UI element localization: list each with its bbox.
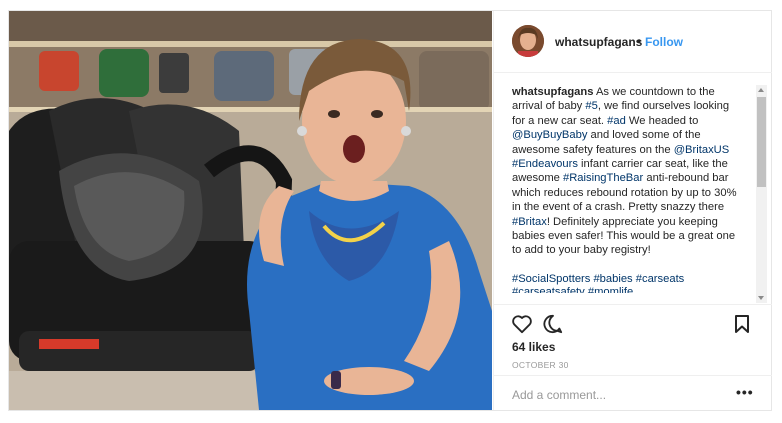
bookmark-icon[interactable] (734, 314, 750, 334)
scrollbar-thumb[interactable] (757, 97, 766, 187)
comment-bar: Add a comment... ••• (494, 375, 772, 411)
scroll-down-arrow[interactable] (758, 296, 764, 300)
more-icon[interactable]: ••• (736, 384, 754, 400)
follow-button[interactable]: Follow (645, 35, 683, 49)
avatar-image (512, 25, 544, 57)
caption-body: As we countdown to the arrival of baby #… (512, 86, 737, 256)
post-side-panel: whatsupfagans • Follow whatsupfagans As … (493, 11, 772, 410)
action-bar (494, 304, 772, 335)
instagram-post: whatsupfagans • Follow whatsupfagans As … (8, 10, 772, 411)
caption-link[interactable]: #RaisingTheBar (563, 172, 643, 184)
post-caption: whatsupfagans As we countdown to the arr… (512, 85, 740, 293)
caption-hashtags: #SocialSpotters #babies #carseats (512, 272, 685, 285)
caption-link[interactable]: @BuyBuyBaby (512, 129, 587, 141)
caption-link[interactable]: #Endeavours (512, 158, 578, 170)
header-separator: • (637, 34, 642, 48)
avatar[interactable] (512, 25, 544, 57)
heart-icon[interactable] (511, 314, 533, 334)
photo-illustration (9, 11, 492, 410)
caption-link[interactable]: #Britax (512, 216, 547, 228)
post-date: OCTOBER 30 (512, 360, 569, 370)
caption-username[interactable]: whatsupfagans (512, 86, 593, 98)
post-photo[interactable] (9, 11, 492, 410)
caption-link[interactable]: #5 (585, 100, 597, 112)
caption-text: We headed to (625, 114, 699, 127)
caption-hashtags-cut: #carseatsafety #momlife (512, 286, 634, 294)
caption-link[interactable]: @BritaxUS (674, 144, 730, 156)
likes-count[interactable]: 64 likes (512, 340, 555, 354)
post-header: whatsupfagans • Follow (494, 11, 772, 73)
caption-paragraph: whatsupfagans As we countdown to the arr… (512, 85, 740, 258)
comment-icon[interactable] (543, 314, 563, 334)
header-username[interactable]: whatsupfagans (555, 35, 642, 49)
caption-scrollbar[interactable] (756, 85, 767, 303)
comment-input[interactable]: Add a comment... (512, 388, 606, 402)
caption-link[interactable]: #ad (607, 115, 626, 127)
scroll-up-arrow[interactable] (758, 88, 764, 92)
